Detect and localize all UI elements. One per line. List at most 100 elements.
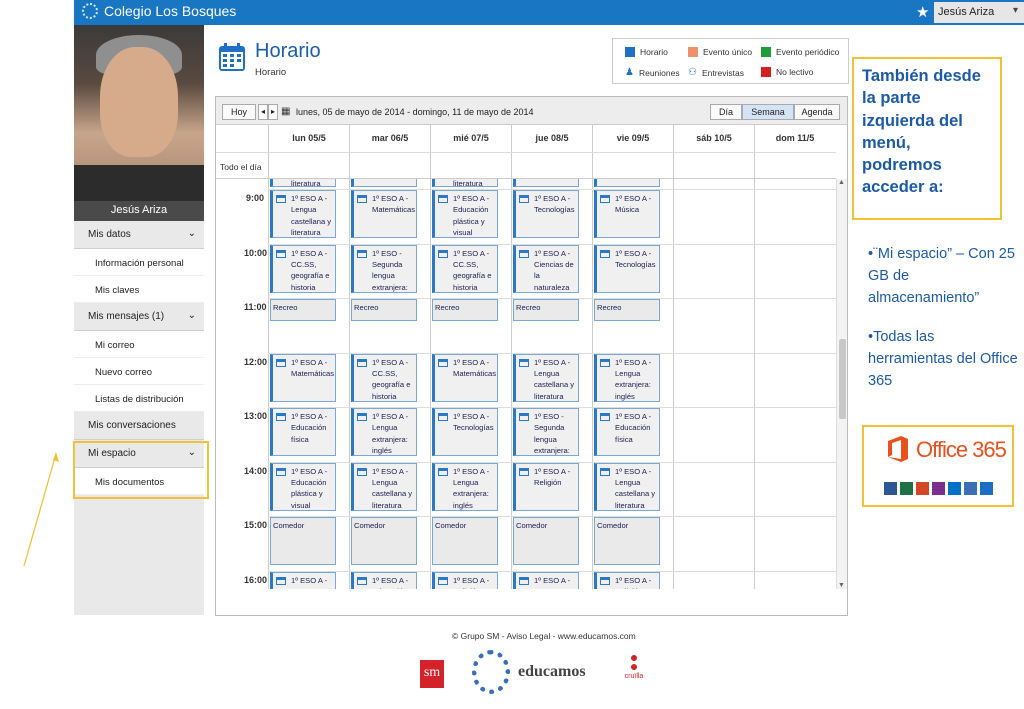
event-title: Recreo (354, 303, 379, 312)
allday-cell[interactable] (592, 153, 673, 180)
sidebar-group-mis-datos[interactable]: Mis datos ⌄ (74, 221, 204, 249)
next-week-button[interactable]: ▸ (268, 104, 278, 120)
lunch-event[interactable]: Comedor (270, 517, 336, 565)
calendar-event[interactable]: 1º ESO A - Educación plástica y visual (351, 571, 417, 589)
class-icon (276, 358, 286, 367)
sidebar-item-mi-correo[interactable]: Mi correo (74, 331, 204, 358)
sidebar-item-mis-claves[interactable]: Mis claves (74, 276, 204, 303)
lunch-event[interactable]: Comedor (513, 517, 579, 565)
allday-cell[interactable] (349, 153, 430, 180)
calendar-event[interactable] (594, 179, 660, 187)
event-title: 1º ESO A - Matemáticas (291, 357, 335, 378)
lunch-event[interactable]: Comedor (594, 517, 660, 565)
scroll-up-icon[interactable]: ▲ (838, 179, 845, 186)
allday-cell[interactable] (511, 153, 592, 180)
break-event[interactable]: Recreo (351, 299, 417, 321)
day-header[interactable]: sáb 10/5 (673, 125, 754, 152)
calendar-event[interactable]: 1º ESO A - Lengua castellana y literatur… (594, 462, 660, 511)
calendar-event[interactable]: 1º ESO - Segunda lengua extranjera: Fran… (513, 408, 579, 456)
calendar-event[interactable]: 1º ESO A - Lengua extranjera: inglés (594, 353, 660, 402)
hour-label: 14:00 (244, 465, 268, 476)
sidebar-group-mis-mensajes[interactable]: Mis mensajes (1) ⌄ (74, 303, 204, 331)
calendar-event[interactable]: 1º ESO A - Religión (513, 462, 579, 511)
calendar-event[interactable]: 1º ESO A - Lengua extranjera: inglés (432, 462, 498, 511)
view-day-button[interactable]: Día (710, 104, 742, 120)
event-title: 1º ESO A - Educación plástica y visual (453, 194, 490, 238)
day-header[interactable]: vie 09/5 (592, 125, 673, 152)
hour-label: 11:00 (244, 302, 267, 312)
day-header[interactable]: mié 07/5 (430, 125, 511, 152)
calendar-event[interactable]: 1º ESO A - Lengua castellana y literatur… (513, 353, 579, 402)
calendar-event[interactable]: 1º ESO A - Lengua castellana y literatur… (270, 190, 336, 238)
view-agenda-button[interactable]: Agenda (794, 104, 840, 120)
calendar-event[interactable]: 1º ESO A - Religión (432, 571, 498, 590)
calendar-event[interactable]: 1º ESO A - Música (594, 190, 660, 238)
calendar-event[interactable]: 1º ESO A - CC.SS, geografía e historia (432, 244, 498, 293)
calendar-event[interactable]: literatura (270, 179, 336, 187)
break-event[interactable]: Recreo (432, 299, 498, 321)
calendar-event[interactable]: 1º ESO A - Tecnologías (432, 408, 498, 456)
page-subtitle: Horario (255, 67, 287, 78)
week-calendar: Hoy ◂ ▸ ▦ lunes, 05 de mayo de 2014 - do… (215, 96, 848, 616)
day-header[interactable]: lun 05/5 (268, 125, 349, 152)
calendar-event[interactable]: 1º ESO A - Lengua castellana y literatur… (351, 462, 417, 511)
sidebar-item-nuevo-correo[interactable]: Nuevo correo (74, 358, 204, 385)
calendar-event[interactable] (513, 179, 579, 187)
scroll-thumb[interactable] (839, 339, 846, 419)
calendar-event[interactable]: 1º ESO A - Religión (594, 571, 660, 589)
event-title: 1º ESO A - Matemáticas (372, 194, 416, 215)
calendar-event[interactable]: 1º ESO A - Lengua extranjera: inglés (513, 571, 579, 589)
prev-week-button[interactable]: ◂ (258, 104, 268, 120)
lunch-event[interactable]: Comedor (432, 517, 498, 565)
class-icon (276, 413, 286, 421)
today-button[interactable]: Hoy (222, 104, 256, 120)
allday-cell[interactable] (754, 153, 835, 180)
calendar-event[interactable]: 1º ESO A - Matemáticas (351, 190, 417, 238)
allday-cell[interactable] (268, 153, 349, 180)
calendar-event[interactable]: 1º ESO A - CC.SS, geografía e historia (270, 244, 336, 293)
calendar-event[interactable]: literatura (432, 179, 498, 187)
sidebar: Jesús Ariza Mis datos ⌄ Información pers… (74, 25, 204, 615)
sidebar-item-listas[interactable]: Listas de distribución (74, 385, 204, 412)
event-title: Recreo (435, 303, 460, 312)
calendar-event[interactable]: 1º ESO A - Tecnologías (513, 190, 579, 238)
calendar-event[interactable]: 1º ESO A - Matemáticas (432, 353, 498, 402)
day-header[interactable]: dom 11/5 (754, 125, 835, 152)
scroll-down-icon[interactable]: ▼ (838, 582, 845, 589)
break-event[interactable]: Recreo (270, 299, 336, 321)
day-header[interactable]: jue 08/5 (511, 125, 592, 152)
break-event[interactable]: Recreo (513, 299, 579, 321)
class-icon (600, 576, 610, 585)
allday-cell[interactable] (673, 153, 754, 180)
school-brand[interactable]: Colegio Los Bosques (82, 3, 236, 19)
calendar-event[interactable]: 1º ESO A - Lengua extranjera: inglés (351, 408, 417, 456)
day-header[interactable]: mar 06/5 (349, 125, 430, 152)
calendar-event[interactable]: 1º ESO A - Educación plástica y visual (432, 190, 498, 238)
calendar-event[interactable]: 1º ESO A - Educación plástica y visual (270, 462, 336, 511)
user-menu[interactable]: Jesús Ariza ▾ (934, 2, 1024, 23)
calendar-event[interactable]: 1º ESO A - Tecnologías (594, 244, 660, 293)
school-name: Colegio Los Bosques (104, 3, 237, 19)
break-event[interactable]: Recreo (594, 299, 660, 321)
calendar-event[interactable]: 1º ESO A - CC.SS, geografía e historia (351, 353, 417, 402)
calendar-event[interactable]: 1º ESO - Segunda lengua extranjera: Fran… (351, 244, 417, 293)
calendar-event[interactable]: 1º ESO A - Educación física (270, 408, 336, 456)
allday-cell[interactable] (430, 153, 511, 180)
class-icon (438, 358, 448, 367)
calendar-event[interactable]: 1º ESO A - Ciencias de la naturaleza (513, 244, 579, 293)
star-icon[interactable]: ★ (916, 3, 929, 21)
sm-logo: sm (420, 660, 444, 688)
sidebar-item-informacion-personal[interactable]: Información personal (74, 249, 204, 276)
sidebar-group-mis-conversaciones[interactable]: Mis conversaciones (74, 412, 204, 440)
calendar-event[interactable]: 1º ESO A - Lengua extranjera: inglés (270, 571, 336, 589)
calendar-event[interactable]: 1º ESO A - Educación física (594, 408, 660, 456)
callout-box: También desde la parte izquierda del men… (852, 57, 1002, 220)
calendar-event[interactable] (351, 179, 417, 187)
lunch-event[interactable]: Comedor (351, 517, 417, 565)
calendar-small-icon[interactable]: ▦ (281, 106, 290, 117)
event-title: 1º ESO A - Religión (453, 575, 490, 590)
calendar-event[interactable]: 1º ESO A - Matemáticas (270, 353, 336, 402)
event-title: 1º ESO A - Tecnologías (615, 248, 656, 269)
view-week-button[interactable]: Semana (742, 104, 794, 120)
calendar-scrollbar[interactable]: ▲ ▼ (836, 179, 847, 589)
